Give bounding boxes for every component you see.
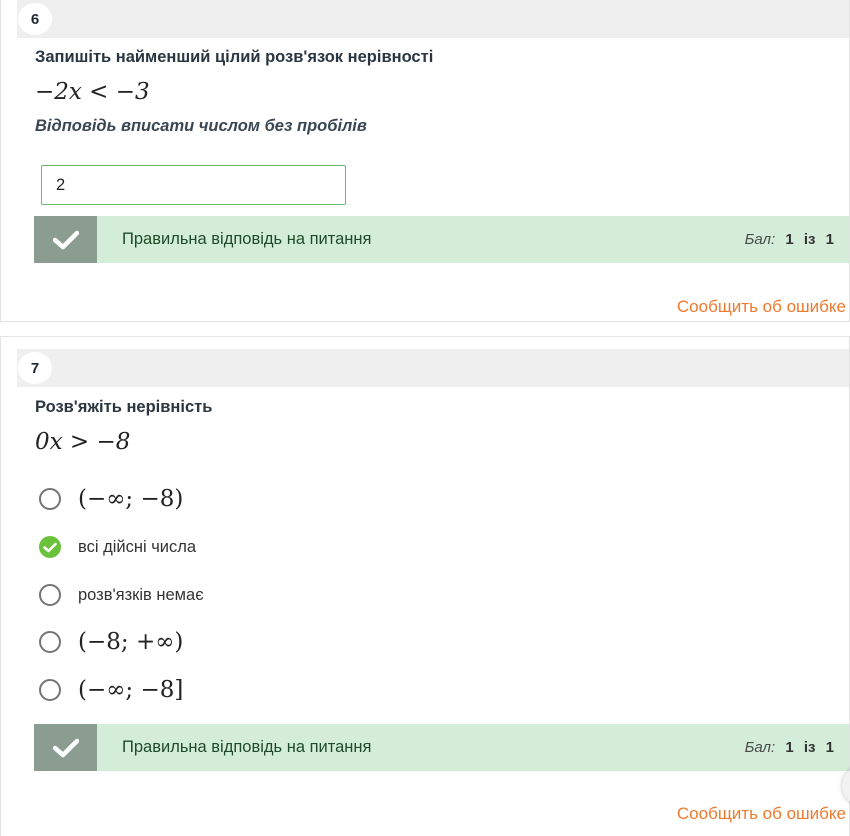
option-1[interactable]: (−∞; −8) [39,484,183,514]
question-hint: Відповідь вписати числом без пробілів [35,117,367,135]
question-header [17,349,849,387]
question-card-7: 7 Розв'яжіть нерівність 0x > −8 (−∞; −8)… [0,336,850,836]
score-value: 1 [785,231,794,248]
result-message: Правильна відповідь на питання [122,738,372,756]
option-label: (−8; +∞) [78,629,184,655]
option-5[interactable]: (−∞; −8] [39,675,183,705]
question-prompt: Запишіть найменший цілий розв'язок нерів… [35,48,434,66]
question-number: 7 [18,352,52,384]
checkmark-icon [34,724,97,771]
score: Бал: 1 із 1 [745,231,834,248]
question-prompt: Розв'яжіть нерівність [35,398,213,416]
option-2[interactable]: всі дійсні числа [39,532,196,562]
option-label: розв'язків немає [78,585,204,604]
answer-input[interactable] [41,165,346,205]
option-4[interactable]: (−8; +∞) [39,627,183,657]
radio-button[interactable] [39,679,61,701]
report-error-link[interactable]: Сообщить об ошибке [677,804,846,824]
question-number: 6 [18,3,52,35]
radio-button[interactable] [39,584,61,606]
score-max: 1 [825,739,834,756]
option-label: (−∞; −8) [78,486,184,512]
score-label: Бал: [744,231,776,248]
radio-button[interactable] [39,488,61,510]
option-label: (−∞; −8] [78,677,184,703]
report-error-link[interactable]: Сообщить об ошибке [677,297,846,317]
checkmark-icon [34,216,97,263]
score-max: 1 [825,231,834,248]
question-expression: 0x > −8 [35,429,131,455]
result-banner: Правильна відповідь на питання Бал: 1 із… [34,216,849,263]
question-card-6: 6 Запишіть найменший цілий розв'язок нер… [0,0,850,322]
score-label: Бал: [744,739,776,756]
question-header [17,0,849,38]
radio-checked-icon[interactable] [39,536,61,558]
score-of: із [803,231,816,248]
score: Бал: 1 із 1 [745,739,834,756]
result-banner: Правильна відповідь на питання Бал: 1 із… [34,724,849,771]
radio-button[interactable] [39,631,61,653]
option-3[interactable]: розв'язків немає [39,580,204,610]
score-value: 1 [785,739,794,756]
option-label: всі дійсні числа [78,537,197,556]
result-message: Правильна відповідь на питання [122,230,372,248]
score-of: із [803,739,816,756]
question-expression: −2x < −3 [35,79,150,105]
